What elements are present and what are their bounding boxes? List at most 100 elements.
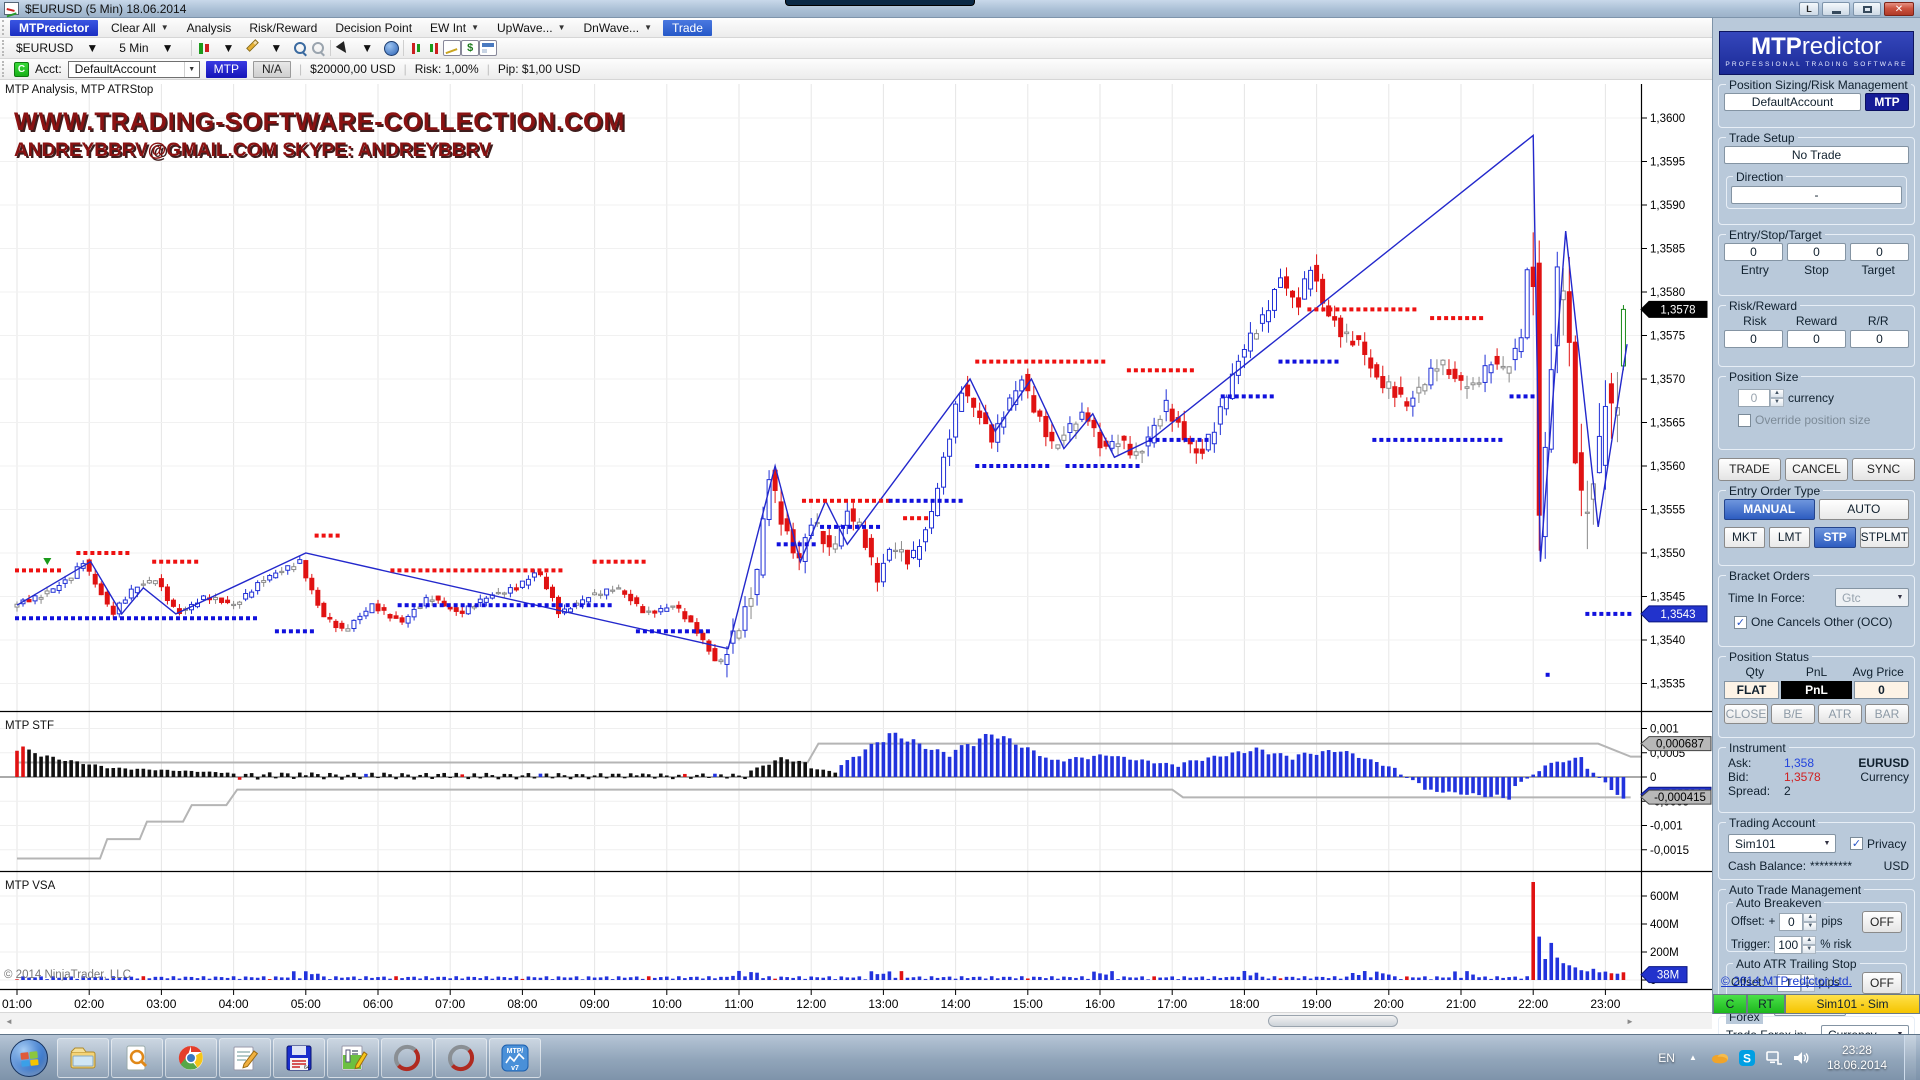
- background-window-tab[interactable]: [785, 0, 975, 6]
- menu-item-clear-all[interactable]: Clear All▼: [102, 20, 178, 36]
- tray-expand-icon[interactable]: ▲: [1684, 1049, 1702, 1067]
- toolbar-grip[interactable]: [2, 40, 7, 56]
- taskbar-app-mtpredictor[interactable]: MTP/v7: [489, 1038, 541, 1078]
- scrollbar-thumb[interactable]: [1268, 1015, 1398, 1027]
- position-bar-button[interactable]: BAR: [1865, 704, 1909, 724]
- properties-icon[interactable]: [479, 40, 497, 56]
- scroll-right-icon[interactable]: ►: [1622, 1014, 1638, 1028]
- taskbar-app-notepad[interactable]: [219, 1038, 271, 1078]
- lock-button[interactable]: L: [1799, 2, 1819, 16]
- step-up-icon[interactable]: ▲: [1770, 389, 1784, 398]
- taskbar-app-save[interactable]: 64: [273, 1038, 325, 1078]
- step-down-icon[interactable]: ▼: [1770, 398, 1784, 407]
- privacy-checkbox[interactable]: ✓: [1850, 837, 1863, 850]
- mtp-button[interactable]: MTP: [206, 61, 247, 78]
- menu-item-ew-int[interactable]: EW Int▼: [421, 20, 488, 36]
- order-mode-manual[interactable]: MANUAL: [1724, 499, 1815, 520]
- trade-button[interactable]: TRADE: [1718, 458, 1781, 481]
- cancel-button[interactable]: CANCEL: [1785, 458, 1848, 481]
- language-indicator[interactable]: EN: [1658, 1051, 1675, 1065]
- sim-account-indicator[interactable]: Sim101 - Sim: [1785, 994, 1920, 1014]
- risk-reward-value-field: 0: [1724, 330, 1783, 348]
- volume-icon[interactable]: [425, 40, 443, 56]
- toolbar-grip[interactable]: [2, 20, 7, 35]
- order-mode-auto[interactable]: AUTO: [1819, 499, 1910, 520]
- scroll-left-icon[interactable]: ◄: [1, 1014, 17, 1028]
- connection-c-indicator[interactable]: C: [1713, 994, 1747, 1014]
- account-select[interactable]: DefaultAccount ▼: [68, 61, 200, 78]
- minimize-button[interactable]: [1822, 2, 1850, 16]
- chevron-down-icon[interactable]: ▼: [261, 40, 291, 56]
- na-button[interactable]: N/A: [253, 61, 291, 78]
- mtpredictor-copyright-link[interactable]: © 2014 MTPredictor Ltd.: [1721, 974, 1852, 988]
- account-performance-icon[interactable]: $: [461, 40, 479, 56]
- breakeven-trigger-stepper[interactable]: 100 ▲▼: [1774, 936, 1816, 954]
- indicator-icon[interactable]: [407, 40, 425, 56]
- chart-style-icon[interactable]: [443, 40, 461, 56]
- menu-item-dnwave[interactable]: DnWave...▼: [574, 20, 661, 36]
- menu-item-trade[interactable]: Trade: [663, 20, 712, 36]
- position-atr-button[interactable]: ATR: [1818, 704, 1862, 724]
- connection-indicator[interactable]: C: [14, 62, 29, 77]
- volume-tray-icon[interactable]: [1792, 1049, 1810, 1067]
- step-up-icon[interactable]: ▲: [1802, 936, 1816, 945]
- menu-item-mtpredictor[interactable]: MTPredictor: [10, 20, 98, 36]
- override-checkbox[interactable]: [1738, 414, 1751, 427]
- tif-select[interactable]: Gtc ▼: [1835, 588, 1909, 607]
- step-down-icon[interactable]: ▼: [1803, 922, 1817, 931]
- est-value-field[interactable]: 0: [1724, 243, 1783, 261]
- zoom-out-icon[interactable]: [309, 40, 327, 56]
- order-type-lmt[interactable]: LMT: [1769, 527, 1810, 548]
- timeframe-dropdown[interactable]: 5 Min▼: [113, 39, 188, 57]
- toolbar-grip[interactable]: [2, 61, 7, 77]
- zoom-in-icon[interactable]: [291, 40, 309, 56]
- maximize-button[interactable]: [1853, 2, 1881, 16]
- oco-checkbox[interactable]: ✓: [1734, 616, 1747, 629]
- price-chart[interactable]: WWW.TRADING-SOFTWARE-COLLECTION.COMWWW.T…: [0, 80, 1712, 1012]
- step-down-icon[interactable]: ▼: [1802, 945, 1816, 954]
- chevron-down-icon[interactable]: ▼: [213, 40, 243, 56]
- position-be-button[interactable]: B/E: [1771, 704, 1815, 724]
- realtime-indicator[interactable]: RT: [1747, 994, 1785, 1014]
- instrument-dropdown[interactable]: $EURUSD▼: [10, 39, 113, 57]
- chart-area[interactable]: WWW.TRADING-SOFTWARE-COLLECTION.COMWWW.T…: [0, 80, 1712, 1012]
- taskbar-app-editor[interactable]: [327, 1038, 379, 1078]
- chevron-down-icon[interactable]: ▼: [352, 40, 382, 56]
- trading-account-select[interactable]: Sim101 ▼: [1728, 834, 1836, 853]
- order-type-stp[interactable]: STP: [1814, 527, 1855, 548]
- taskbar-clock[interactable]: 23:28 18.06.2014: [1827, 1043, 1887, 1073]
- est-value-field[interactable]: 0: [1787, 243, 1846, 261]
- breakeven-off-button[interactable]: OFF: [1862, 911, 1902, 933]
- sizing-account-field[interactable]: DefaultAccount: [1724, 93, 1861, 111]
- network-tray-icon[interactable]: [1765, 1049, 1783, 1067]
- draw-tool-icon[interactable]: [243, 40, 261, 56]
- taskbar-app-ninjatrader[interactable]: [435, 1038, 487, 1078]
- taskbar-app-search[interactable]: [111, 1038, 163, 1078]
- taskbar-app-ninjatrader[interactable]: [381, 1038, 433, 1078]
- taskbar-app-explorer[interactable]: [57, 1038, 109, 1078]
- skype-tray-icon[interactable]: S: [1738, 1049, 1756, 1067]
- step-up-icon[interactable]: ▲: [1803, 913, 1817, 922]
- show-desktop-button[interactable]: [1904, 1035, 1916, 1080]
- close-button[interactable]: ✕: [1884, 2, 1914, 16]
- sync-button[interactable]: SYNC: [1852, 458, 1915, 481]
- order-type-mkt[interactable]: MKT: [1724, 527, 1765, 548]
- position-size-stepper[interactable]: 0 ▲▼: [1738, 389, 1784, 407]
- chart-h-scrollbar[interactable]: ◄ ►: [0, 1012, 1712, 1029]
- cloud-tray-icon[interactable]: [1711, 1049, 1729, 1067]
- sizing-mtp-button[interactable]: MTP: [1865, 93, 1909, 111]
- menu-item-upwave[interactable]: UpWave...▼: [488, 20, 575, 36]
- atr-off-button[interactable]: OFF: [1862, 972, 1902, 994]
- start-button[interactable]: [10, 1039, 48, 1077]
- est-value-field[interactable]: 0: [1850, 243, 1909, 261]
- data-box-icon[interactable]: [382, 40, 400, 56]
- taskbar-app-chrome[interactable]: [165, 1038, 217, 1078]
- menu-item-analysis[interactable]: Analysis: [178, 20, 241, 36]
- breakeven-offset-stepper[interactable]: 0 ▲▼: [1779, 913, 1817, 931]
- cursor-tool-icon[interactable]: [334, 40, 352, 56]
- bar-style-icon[interactable]: [195, 40, 213, 56]
- order-type-stplmt[interactable]: STPLMT: [1860, 527, 1909, 548]
- menu-item-decision-point[interactable]: Decision Point: [326, 20, 421, 36]
- position-close-button[interactable]: CLOSE: [1724, 704, 1768, 724]
- menu-item-risk-reward[interactable]: Risk/Reward: [240, 20, 326, 36]
